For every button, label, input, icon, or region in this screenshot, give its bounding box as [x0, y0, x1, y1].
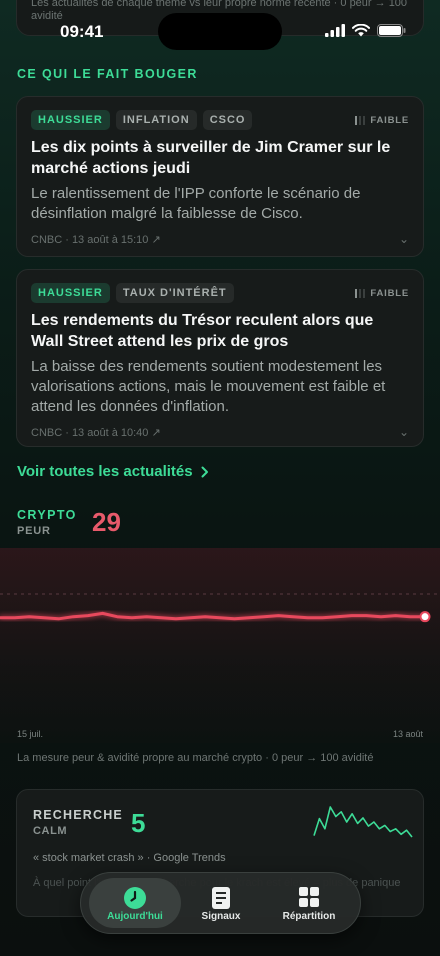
see-all-news-link[interactable]: Voir toutes les actualités [17, 463, 209, 480]
search-value: 5 [131, 808, 146, 838]
sentiment-tag: HAUSSIER [31, 110, 110, 130]
chart-series-line [0, 611, 427, 621]
grid-icon [299, 887, 319, 907]
tab-allocation[interactable]: Répartition [263, 878, 355, 928]
strength-bars-icon [354, 288, 366, 298]
dynamic-island [158, 13, 282, 50]
battery-icon [377, 24, 406, 37]
ticker-tag: CSCO [202, 110, 253, 130]
tab-today[interactable]: Aujourd'hui [89, 878, 181, 928]
signal-icon [325, 24, 345, 37]
strength-label: FAIBLE [370, 114, 409, 126]
tab-signals-label: Signaux [201, 911, 241, 922]
crypto-label: CRYPTO [17, 508, 77, 522]
news-source-date: CNBC · 13 août à 15:10 ↗ [31, 233, 161, 246]
see-all-label: Voir toutes les actualités [17, 463, 193, 480]
news-title: Les dix points à surveiller de Jim Crame… [31, 139, 391, 177]
status-bar: 09:41 [0, 0, 440, 52]
chart-axis-end: 13 août [392, 729, 423, 739]
strength-indicator: FAIBLE [354, 287, 409, 299]
strength-bars-icon [354, 115, 366, 125]
wifi-icon [352, 24, 370, 37]
chevron-down-icon[interactable]: ⌄ [399, 425, 409, 439]
tag-row: HAUSSIER TAUX D'INTÉRÊT FAIBLE [31, 283, 409, 303]
tab-signals[interactable]: Signaux [181, 878, 261, 928]
tag-row: HAUSSIER INFLATION CSCO FAIBLE [31, 110, 409, 130]
news-meta: CNBC · 13 août à 10:40 ↗ ⌄ [31, 425, 409, 439]
topic-tag: TAUX D'INTÉRÊT [115, 283, 234, 303]
strength-indicator: FAIBLE [354, 114, 409, 126]
crypto-mood: PEUR [17, 525, 51, 537]
chevron-down-icon[interactable]: ⌄ [399, 232, 409, 246]
tab-today-label: Aujourd'hui [107, 911, 163, 922]
strength-label: FAIBLE [370, 287, 409, 299]
chevron-right-icon [201, 466, 208, 477]
chart-current-point [419, 611, 431, 623]
news-meta: CNBC · 13 août à 15:10 ↗ ⌄ [31, 232, 409, 246]
news-title: Les rendements du Trésor reculent alors … [31, 312, 374, 350]
news-card[interactable]: HAUSSIER INFLATION CSCO FAIBLE Les dix p… [16, 96, 424, 257]
search-mood: CALM [33, 825, 68, 837]
search-query: « stock market crash » · Google Trends [33, 852, 226, 864]
section-title: CE QUI LE FAIT BOUGER [17, 67, 198, 81]
status-icons [325, 24, 406, 37]
status-time: 09:41 [60, 22, 104, 41]
crypto-fear-greed-chart[interactable] [0, 548, 440, 728]
crypto-caption: La mesure peur & avidité propre au march… [17, 752, 374, 764]
news-card[interactable]: HAUSSIER TAUX D'INTÉRÊT FAIBLE Les rende… [16, 269, 424, 447]
tab-bar: Aujourd'hui Signaux Répartition [80, 872, 361, 934]
news-summary: La baisse des rendements soutient modest… [31, 358, 386, 415]
search-label: RECHERCHE [33, 808, 123, 822]
clock-icon [124, 887, 146, 909]
news-summary: Le ralentissement de l'IPP conforte le s… [31, 185, 361, 222]
chart-axis-start: 15 juil. [17, 729, 44, 739]
search-sparkline [313, 806, 413, 838]
topic-tag: INFLATION [115, 110, 197, 130]
document-icon [212, 887, 230, 909]
tab-allocation-label: Répartition [282, 911, 336, 922]
crypto-value: 29 [92, 507, 121, 537]
sentiment-tag: HAUSSIER [31, 283, 110, 303]
news-source-date: CNBC · 13 août à 10:40 ↗ [31, 426, 161, 439]
